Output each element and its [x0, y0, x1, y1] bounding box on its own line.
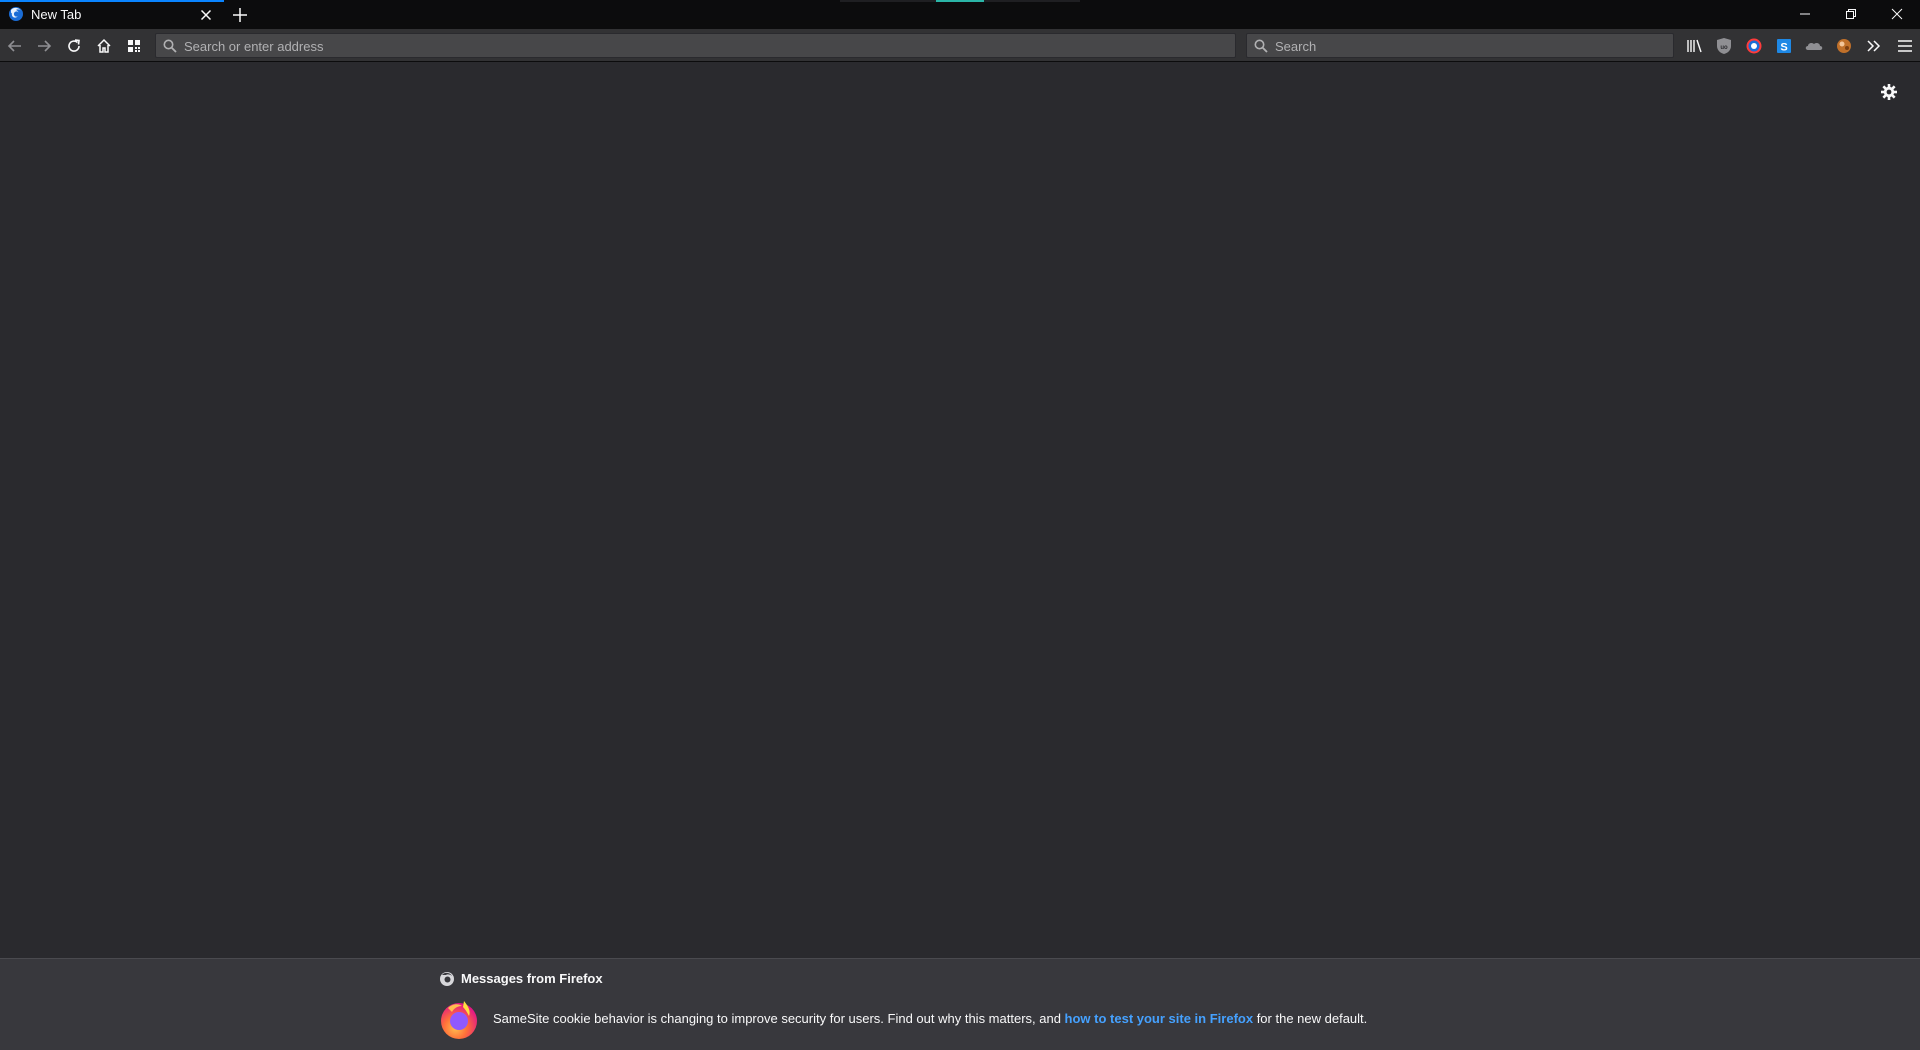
minimize-icon — [1800, 13, 1810, 15]
address-bar[interactable] — [155, 33, 1236, 58]
back-button[interactable] — [2, 33, 28, 59]
tab-new-tab[interactable]: New Tab — [0, 0, 224, 29]
svg-text:S: S — [1780, 42, 1787, 54]
tab-title: New Tab — [31, 7, 82, 22]
home-icon — [97, 38, 111, 53]
close-icon — [1891, 8, 1903, 20]
forward-button[interactable] — [31, 33, 57, 59]
address-input[interactable] — [184, 37, 1084, 55]
title-bar-drag-strip — [840, 0, 1080, 2]
cloud-extension-icon[interactable] — [1803, 35, 1825, 57]
drag-strip-highlight — [936, 0, 984, 2]
avatar-extension-icon[interactable] — [1833, 35, 1855, 57]
search-icon — [163, 39, 177, 53]
menu-icon[interactable] — [1894, 35, 1916, 57]
close-tab-icon[interactable] — [197, 6, 215, 24]
new-tab-plus-icon[interactable] — [229, 4, 251, 26]
firefox-icon — [9, 7, 23, 21]
reload-button[interactable] — [61, 33, 87, 59]
messages-snippet: Messages from Firefox SameSite cookie be… — [0, 958, 1920, 1050]
forward-icon — [38, 40, 52, 52]
snippet-message: SameSite cookie behavior is changing to … — [493, 1011, 1367, 1026]
snippet-text-after: for the new default. — [1253, 1011, 1368, 1026]
tab-bar: New Tab — [0, 0, 1920, 29]
active-tab-indicator — [0, 0, 224, 2]
back-icon — [7, 40, 21, 52]
firefox-logo-icon — [441, 1001, 477, 1039]
search-input[interactable] — [1275, 37, 1655, 55]
search-bar[interactable] — [1246, 33, 1674, 58]
s-extension-icon[interactable]: S — [1773, 35, 1795, 57]
browser-window: New Tab Search or enter address Search u… — [0, 0, 1920, 1050]
restore-button[interactable] — [1828, 0, 1874, 29]
apps-button[interactable] — [121, 33, 147, 59]
snippet-link[interactable]: how to test your site in Firefox — [1065, 1011, 1254, 1026]
home-button[interactable] — [91, 33, 117, 59]
ghostery-icon[interactable] — [1743, 35, 1765, 57]
gear-icon[interactable] — [1879, 82, 1899, 102]
snippet-title: Messages from Firefox — [461, 971, 603, 986]
reload-icon — [68, 39, 80, 52]
library-icon[interactable] — [1684, 35, 1706, 57]
overflow-chevron-icon[interactable] — [1863, 35, 1885, 57]
svg-text:uo: uo — [1720, 45, 1728, 51]
close-window-button[interactable] — [1874, 0, 1920, 29]
minimize-button[interactable] — [1782, 0, 1828, 29]
navigation-toolbar: uo S — [0, 29, 1920, 62]
firefox-icon — [440, 972, 454, 986]
ublock-icon[interactable]: uo — [1713, 35, 1735, 57]
new-tab-page — [0, 62, 1920, 958]
search-icon — [1254, 39, 1268, 53]
restore-icon — [1846, 9, 1856, 19]
snippet-text-before: SameSite cookie behavior is changing to … — [493, 1011, 1065, 1026]
apps-grid-icon — [128, 40, 140, 52]
